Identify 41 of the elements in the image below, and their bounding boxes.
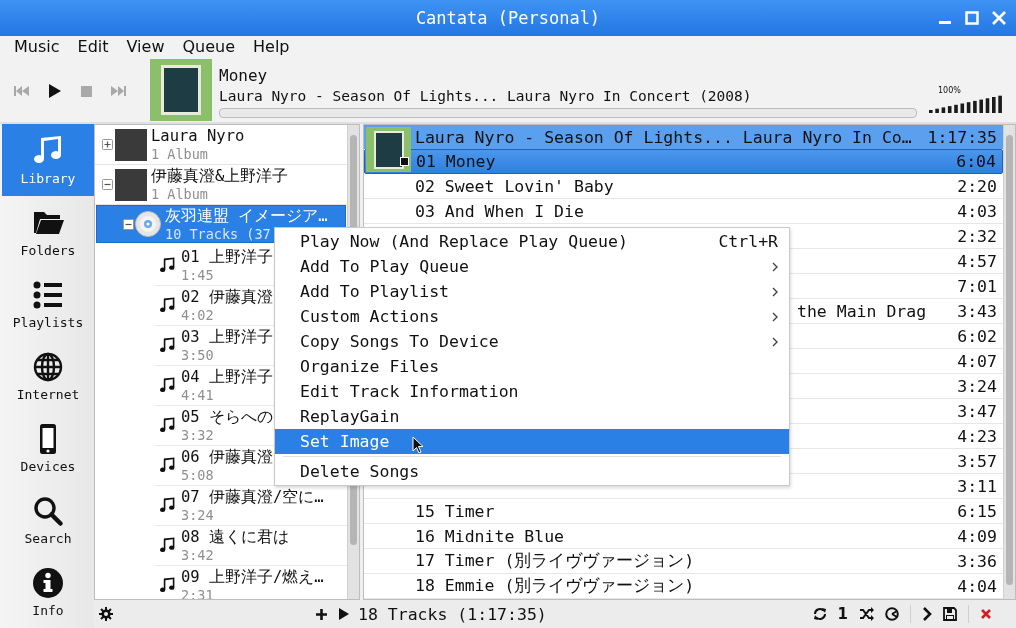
track-duration: 7:01: [957, 276, 997, 296]
track-title: 05 そらへの: [181, 408, 273, 427]
track-duration: 4:02: [181, 307, 214, 323]
track-summary: 18 Tracks (1:17:35): [358, 604, 547, 624]
track-duration: 2:32: [957, 226, 997, 246]
track-duration: 3:24: [957, 376, 997, 396]
track-title: 09 上野洋子/燃え…: [181, 568, 324, 587]
track-duration: 4:41: [181, 387, 214, 403]
track-count: 10 Tracks (37: [165, 225, 271, 242]
album-title: 灰羽連盟 イメージア…: [165, 206, 328, 226]
track-duration: 1:45: [181, 267, 214, 283]
track-title: 02 伊藤真澄: [181, 288, 273, 307]
track-title: 01 上野洋子: [181, 248, 273, 267]
album-count: 1 Album: [151, 186, 208, 202]
track-duration: 6:02: [957, 326, 997, 346]
track-duration: 3:32: [181, 427, 214, 443]
track-title: 03 上野洋子: [181, 328, 273, 347]
track-title: 07 伊藤真澄/空に…: [181, 488, 324, 507]
track-subtitle: Laura Nyro - Season Of Lights... Laura Nyro In Concert (2008): [219, 86, 753, 106]
track-title: Money: [219, 65, 269, 86]
track-duration: 4:23: [957, 426, 997, 446]
track-duration: 3:57: [957, 451, 997, 471]
track-duration: 3:42: [181, 547, 214, 563]
volume-reading: 100%: [938, 85, 961, 95]
album-count: 1 Album: [151, 146, 208, 162]
artist-name: Laura Nyro: [151, 127, 245, 146]
track-duration: 3:24: [181, 507, 214, 523]
window-title: Cantata (Personal): [415, 8, 601, 28]
track-duration: 3:47: [957, 401, 997, 421]
artist-name: 伊藤真澄&上野洋子: [151, 167, 289, 186]
track-title: 04 上野洋子: [181, 368, 273, 387]
track-duration: 3:50: [181, 347, 214, 363]
track-duration: 3:11: [957, 476, 997, 496]
track-duration: 4:57: [957, 251, 997, 271]
track-duration: 5:08: [181, 467, 214, 483]
track-title: 06 伊藤真澄: [181, 448, 273, 467]
shortcut-label: Ctrl+R: [718, 232, 778, 251]
track-title: 08 遠くに君は: [181, 528, 289, 547]
track-duration: 3:43: [957, 301, 997, 321]
track-duration: 4:07: [957, 351, 997, 371]
track-title: the Main Drag: [797, 301, 927, 321]
